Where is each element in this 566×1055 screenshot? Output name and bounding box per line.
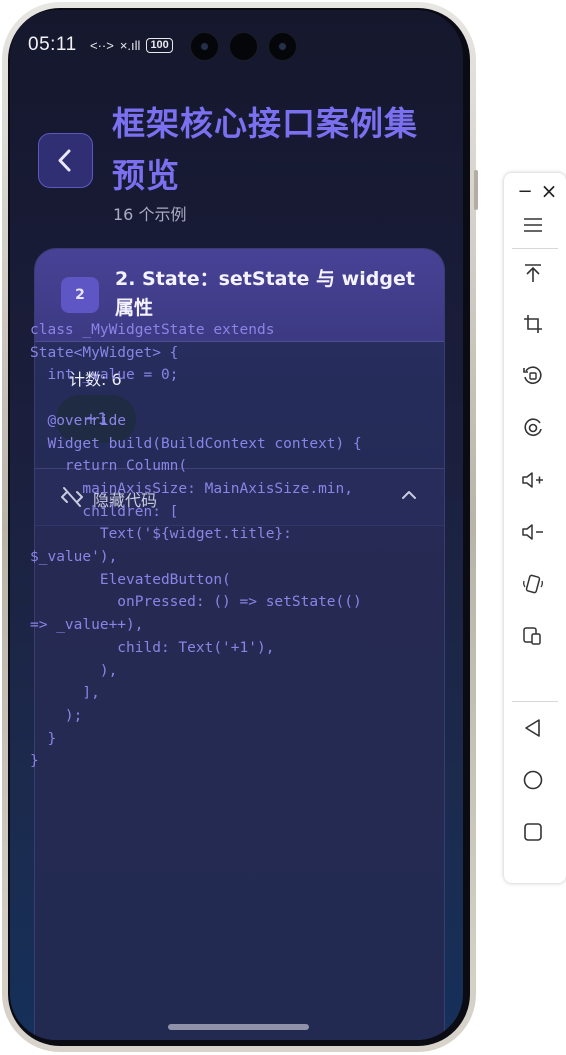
shake-button[interactable]	[518, 569, 548, 599]
minimize-icon: −	[517, 180, 533, 202]
phone-screen: 05:11 <··> ×.ıll 100 框架核心接口案例集预览 16 个示例 …	[10, 10, 463, 1040]
status-icons: <··> ×.ıll 100	[90, 38, 173, 53]
status-time: 05:11	[28, 34, 77, 55]
toolbar-divider	[512, 701, 558, 702]
multi-screen-icon	[523, 627, 541, 645]
pin-top-button[interactable]	[518, 258, 548, 288]
rotate-button[interactable]	[518, 361, 548, 391]
close-icon: ×	[540, 179, 558, 203]
home-indicator[interactable]	[168, 1024, 309, 1030]
screen-record-button[interactable]	[518, 413, 548, 443]
back-nav-icon	[525, 719, 540, 737]
emulator-toolbar: − ×	[504, 173, 566, 883]
example-title: 2. State：setState 与 widget 属性	[115, 268, 415, 319]
close-button[interactable]: ×	[534, 176, 564, 206]
chevron-left-icon	[58, 149, 71, 172]
code-block: class _MyWidgetState extends State<MyWid…	[30, 322, 362, 770]
back-nav-button[interactable]	[518, 713, 548, 743]
camera-icon	[229, 32, 258, 61]
recent-apps-icon	[524, 823, 542, 841]
volume-up-button[interactable]	[518, 465, 548, 495]
menu-button[interactable]	[518, 210, 548, 240]
volume-down-icon	[522, 524, 543, 540]
page-subtitle: 16 个示例	[113, 205, 187, 224]
front-cameras	[190, 32, 297, 61]
phone-side-button	[474, 170, 478, 210]
example-number-badge: 2	[61, 277, 99, 313]
status-bar: 05:11 <··> ×.ıll 100	[10, 32, 463, 62]
shake-icon	[523, 574, 543, 594]
menu-icon	[524, 218, 542, 232]
page-title: 框架核心接口案例集预览	[112, 104, 418, 195]
back-button[interactable]	[38, 133, 93, 188]
pin-top-icon	[525, 264, 541, 282]
signal-icon: ×.ıll	[119, 38, 141, 53]
home-nav-icon	[523, 770, 543, 790]
toolbar-divider	[512, 248, 558, 249]
camera-icon	[190, 32, 219, 61]
volume-up-icon	[522, 472, 543, 488]
volume-down-button[interactable]	[518, 517, 548, 547]
camera-icon	[268, 32, 297, 61]
home-nav-button[interactable]	[518, 765, 548, 795]
recent-apps-button[interactable]	[518, 817, 548, 847]
crop-button[interactable]	[518, 309, 548, 339]
rotate-icon	[523, 366, 542, 384]
data-transfer-icon: <··>	[90, 38, 114, 53]
crop-icon	[524, 315, 542, 333]
battery-icon: 100	[146, 38, 173, 53]
screen-record-icon	[524, 418, 542, 436]
multi-screen-button[interactable]	[518, 621, 548, 651]
